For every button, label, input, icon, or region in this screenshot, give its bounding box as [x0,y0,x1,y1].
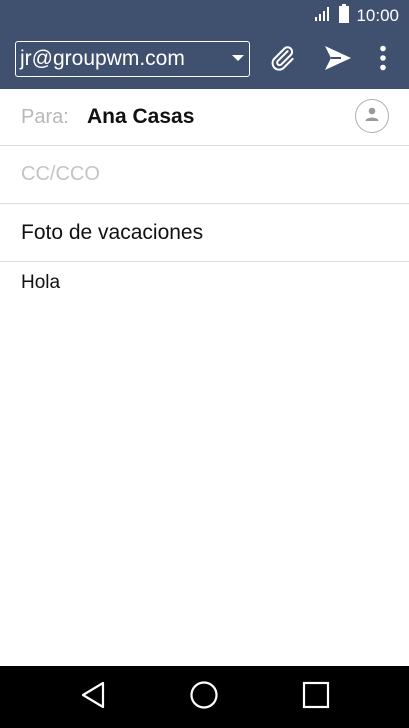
cc-bcc-field[interactable]: CC/CCO [21,163,100,186]
account-selector[interactable]: jr@groupwm.com [15,41,250,77]
signal-icon [314,6,332,27]
compose-toolbar: jr@groupwm.com [0,32,409,89]
recents-icon [302,681,330,714]
subject-field[interactable]: Foto de vacaciones [21,221,203,245]
send-button[interactable] [318,32,358,89]
message-body[interactable]: Hola [21,272,391,294]
recents-button[interactable] [286,666,346,728]
attach-icon [267,43,297,78]
status-bar: 10:00 [0,0,409,32]
subject-row[interactable]: Foto de vacaciones [0,204,409,262]
back-button[interactable] [63,666,123,728]
home-button[interactable] [174,666,234,728]
email-compose-screen: 10:00 jr@groupwm.com Para: Ana Casas CC/… [0,0,409,728]
battery-icon [338,3,350,29]
add-contact-button[interactable] [355,99,389,133]
status-icons: 10:00 [314,0,399,32]
to-label: Para: [21,106,69,128]
cc-row[interactable]: CC/CCO [0,146,409,204]
attach-button[interactable] [262,32,302,89]
status-time: 10:00 [356,6,399,25]
dropdown-caret-icon [232,55,244,61]
to-recipient[interactable]: Ana Casas [87,105,194,129]
more-options-button[interactable] [368,32,398,89]
account-email: jr@groupwm.com [20,47,185,70]
contact-icon [364,106,380,127]
to-row[interactable]: Para: Ana Casas [0,89,409,146]
more-vert-icon [379,45,387,76]
back-icon [80,681,106,714]
send-icon [323,44,353,77]
navigation-bar [0,666,409,728]
home-icon [189,680,219,715]
